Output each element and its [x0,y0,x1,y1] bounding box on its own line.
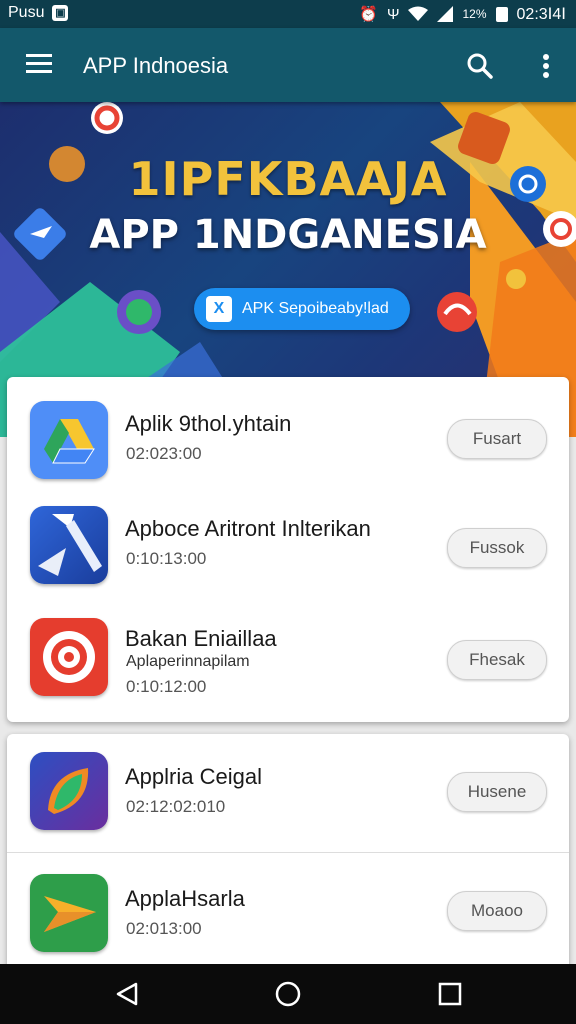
install-button[interactable]: Fusart [447,419,547,459]
apk-download-button[interactable]: X APK Sepoibeaby!lad [194,288,410,330]
app-name: Apboce Aritront Inlterikan [125,516,371,541]
clock: 02:3Ⅰ4Ⅰ [516,6,566,23]
install-button[interactable]: Fhesak [447,640,547,680]
wifi-icon [408,6,429,21]
banner-headline: 1IPFKBAAJA [128,152,448,206]
app-name: Aplik 9thol.yhtain [125,411,292,436]
list-item[interactable]: Applria Ceigal 02:12:02:010 Husene [7,752,569,852]
alarm-icon: ⏰ [359,6,378,23]
signal-icon [437,6,454,22]
back-icon[interactable] [106,976,146,1012]
app-meta: 02:023:00 [126,444,202,463]
app-toolbar: APP Indnoesia [0,28,576,102]
install-button[interactable]: Husene [447,772,547,812]
drive-icon [30,401,108,479]
status-bar: Pusu ▣ ⏰ Ψ 12% 02:3Ⅰ4Ⅰ [0,0,576,28]
recents-icon[interactable] [430,976,470,1012]
apk-icon: X [206,296,232,322]
list-item[interactable]: Bakan Eniaillaa Aplaperinnapilam 0:10:12… [7,618,569,718]
list-item[interactable]: Apboce Aritront Inlterikan 0:10:13:00 Fu… [7,506,569,606]
app-meta: 0:10:13:00 [126,549,207,568]
menu-icon[interactable] [22,50,56,80]
tool-icon [30,506,108,584]
page-title: APP Indnoesia [83,53,229,78]
search-icon[interactable] [462,48,498,84]
list-item[interactable]: ApplaHsarla 02:013:00 Moaoo [7,874,569,974]
home-icon[interactable] [268,976,308,1012]
app-list-card: Applria Ceigal 02:12:02:010 Husene Appla… [7,734,569,974]
arrow-icon [30,874,108,952]
app-meta: 02:12:02:010 [126,797,226,816]
divider [7,852,569,853]
system-nav-bar [0,964,576,1024]
install-button[interactable]: Fussok [447,528,547,568]
app-name: Applria Ceigal [125,764,262,789]
app-list-card: Aplik 9thol.yhtain 02:023:00 Fusart Apbo… [7,377,569,722]
app-name: Bakan Eniaillaa [125,626,277,651]
app-subtitle: Aplaperinnapilam [126,653,250,670]
vibrate-icon: Ψ [386,5,400,23]
more-options-icon[interactable] [531,48,561,84]
battery-icon [495,6,508,22]
app-meta: 0:10:12:00 [126,677,207,696]
target-icon [30,618,108,696]
leaf-icon [30,752,108,830]
apk-download-label: APK Sepoibeaby!lad [242,300,389,317]
banner-title: APP 1NDGANESIA [89,212,487,258]
signal-percent: 12% [462,7,487,21]
install-button[interactable]: Moaoo [447,891,547,931]
app-meta: 02:013:00 [126,919,202,938]
app-name: ApplaHsarla [125,886,245,911]
carrier-label: Pusu [8,4,45,21]
list-item[interactable]: Aplik 9thol.yhtain 02:023:00 Fusart [7,401,569,501]
notification-icon: ▣ [52,5,69,21]
